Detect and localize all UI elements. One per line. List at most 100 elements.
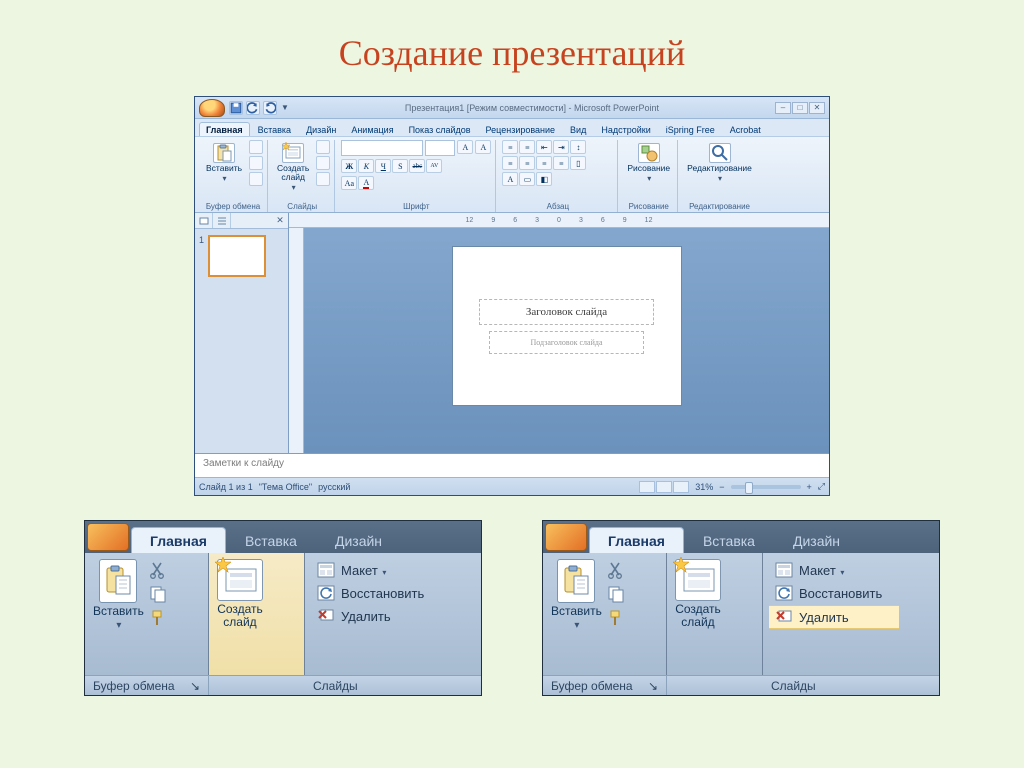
office-button-icon[interactable]: [87, 523, 129, 551]
new-slide-icon: [675, 559, 721, 601]
menu-delete[interactable]: Удалить: [311, 605, 441, 627]
normal-view-icon[interactable]: [639, 481, 655, 493]
office-button-icon[interactable]: [545, 523, 587, 551]
maximize-button[interactable]: □: [792, 102, 808, 114]
menu-reset[interactable]: Восстановить: [769, 582, 899, 604]
align-left-icon[interactable]: ≡: [502, 156, 518, 170]
paste-button[interactable]: Вставить ▾: [549, 557, 604, 633]
copy-icon[interactable]: [249, 156, 263, 170]
align-center-icon[interactable]: ≡: [519, 156, 535, 170]
new-slide-button[interactable]: Создать слайд: [215, 557, 265, 631]
change-case-icon[interactable]: Aa: [341, 176, 357, 190]
save-icon[interactable]: [229, 101, 243, 115]
tab-insert[interactable]: Вставка: [226, 527, 316, 553]
layout-icon[interactable]: [316, 140, 330, 154]
fit-window-icon[interactable]: ⤢: [818, 481, 825, 492]
undo-icon[interactable]: [246, 101, 260, 115]
cut-icon[interactable]: [249, 140, 263, 154]
title-placeholder[interactable]: Заголовок слайда: [479, 299, 654, 325]
paste-button[interactable]: Вставить ▾: [91, 557, 146, 633]
italic-button[interactable]: К: [358, 159, 374, 173]
copy-icon[interactable]: [149, 585, 167, 603]
tab-home[interactable]: Главная: [589, 527, 684, 553]
panel-close-icon[interactable]: ✕: [272, 213, 288, 228]
slide-canvas[interactable]: Заголовок слайда Подзаголовок слайда: [452, 246, 682, 406]
paste-button[interactable]: Вставить ▾: [203, 140, 245, 186]
align-text-icon[interactable]: ▭: [519, 172, 535, 186]
cut-icon[interactable]: [149, 561, 167, 579]
slide-thumbnail[interactable]: [208, 235, 266, 277]
strike-button[interactable]: abc: [409, 159, 425, 173]
underline-button[interactable]: Ч: [375, 159, 391, 173]
slideshow-view-icon[interactable]: [673, 481, 689, 493]
columns-icon[interactable]: ▯: [570, 156, 586, 170]
status-language[interactable]: русский: [318, 482, 350, 492]
slides-tab-icon[interactable]: [195, 213, 213, 228]
menu-reset[interactable]: Восстановить: [311, 582, 441, 604]
font-size-combo[interactable]: [425, 140, 455, 156]
tab-design[interactable]: Дизайн: [774, 527, 859, 553]
tab-animation[interactable]: Анимация: [344, 122, 400, 136]
minimize-button[interactable]: –: [775, 102, 791, 114]
office-button-icon[interactable]: [199, 99, 225, 117]
new-slide-button[interactable]: Создать слайд ▾: [274, 140, 312, 195]
numbering-icon[interactable]: ≡: [519, 140, 535, 154]
outline-tab-icon[interactable]: [213, 213, 231, 228]
redo-icon[interactable]: [263, 101, 277, 115]
group-drawing: Рисование ▾ Рисование: [620, 140, 678, 212]
tab-design[interactable]: Дизайн: [316, 527, 401, 553]
paste-label: Вставить: [551, 605, 602, 618]
spacing-button[interactable]: AV: [426, 159, 442, 173]
tab-design[interactable]: Дизайн: [299, 122, 343, 136]
tab-home[interactable]: Главная: [199, 122, 250, 136]
copy-icon[interactable]: [607, 585, 625, 603]
tab-home[interactable]: Главная: [131, 527, 226, 553]
qat-dropdown-icon[interactable]: ▼: [281, 103, 289, 112]
format-painter-icon[interactable]: [149, 609, 167, 627]
menu-layout[interactable]: Макет ▾: [769, 559, 899, 581]
close-button[interactable]: ✕: [809, 102, 825, 114]
smartart-icon[interactable]: ◧: [536, 172, 552, 186]
text-direction-icon[interactable]: A: [502, 172, 518, 186]
menu-layout[interactable]: Макет ▾: [311, 559, 441, 581]
font-color-icon[interactable]: A: [358, 176, 374, 190]
group-label-drawing: Рисование: [624, 201, 673, 211]
menu-delete[interactable]: Удалить: [769, 605, 899, 629]
menu-layout-label: Макет ▾: [341, 563, 386, 578]
tab-insert[interactable]: Вставка: [684, 527, 774, 553]
tab-ispring[interactable]: iSpring Free: [659, 122, 722, 136]
shrink-font-icon[interactable]: A: [475, 140, 491, 154]
font-name-combo[interactable]: [341, 140, 423, 156]
reset-icon[interactable]: [316, 156, 330, 170]
format-painter-icon[interactable]: [249, 172, 263, 186]
editing-button[interactable]: Редактирование ▾: [684, 140, 755, 186]
cut-icon[interactable]: [607, 561, 625, 579]
new-slide-button[interactable]: Создать слайд: [673, 557, 723, 631]
notes-pane[interactable]: Заметки к слайду: [195, 453, 829, 477]
zoom-slider[interactable]: [731, 485, 801, 489]
format-painter-icon[interactable]: [607, 609, 625, 627]
subtitle-placeholder[interactable]: Подзаголовок слайда: [489, 331, 644, 354]
tab-view[interactable]: Вид: [563, 122, 593, 136]
drawing-button[interactable]: Рисование ▾: [624, 140, 673, 186]
sorter-view-icon[interactable]: [656, 481, 672, 493]
bullets-icon[interactable]: ≡: [502, 140, 518, 154]
zoom-percent[interactable]: 31%: [695, 482, 713, 492]
tab-slideshow[interactable]: Показ слайдов: [402, 122, 478, 136]
justify-icon[interactable]: ≡: [553, 156, 569, 170]
delete-slide-icon[interactable]: [316, 172, 330, 186]
outdent-icon[interactable]: ⇤: [536, 140, 552, 154]
zoom-in-icon[interactable]: +: [807, 482, 812, 492]
tab-insert[interactable]: Вставка: [251, 122, 298, 136]
bold-button[interactable]: Ж: [341, 159, 357, 173]
tab-review[interactable]: Рецензирование: [479, 122, 563, 136]
shadow-button[interactable]: S: [392, 159, 408, 173]
indent-icon[interactable]: ⇥: [553, 140, 569, 154]
group-font: A A Ж К Ч S abc AV Aa A Шрифт: [337, 140, 496, 212]
line-spacing-icon[interactable]: ↕: [570, 140, 586, 154]
grow-font-icon[interactable]: A: [457, 140, 473, 154]
tab-addins[interactable]: Надстройки: [594, 122, 657, 136]
align-right-icon[interactable]: ≡: [536, 156, 552, 170]
tab-acrobat[interactable]: Acrobat: [723, 122, 768, 136]
zoom-out-icon[interactable]: −: [719, 482, 724, 492]
